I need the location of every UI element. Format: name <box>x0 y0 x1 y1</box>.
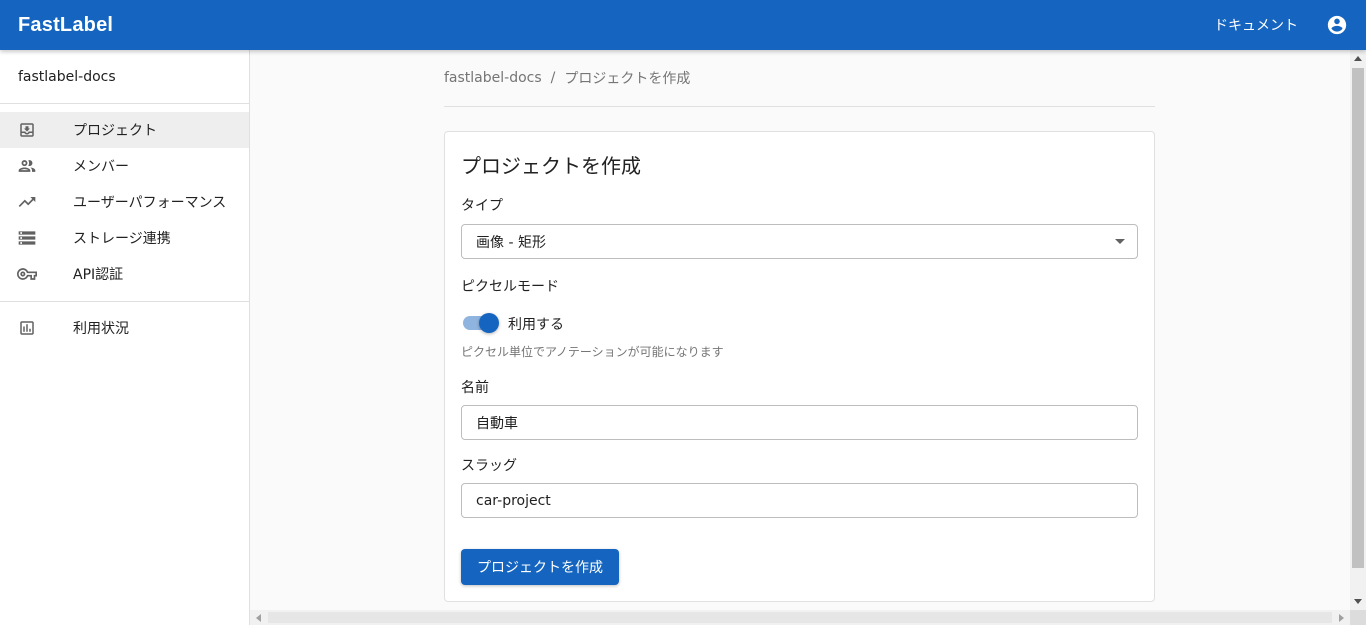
sidebar-item-label: メンバー <box>73 159 129 175</box>
toggle-thumb <box>479 313 499 333</box>
breadcrumb-divider <box>444 106 1155 107</box>
people-icon <box>17 156 37 176</box>
bar-chart-icon <box>17 318 37 338</box>
scroll-up-arrow-icon[interactable] <box>1354 56 1362 61</box>
pixel-mode-label: ピクセルモード <box>461 279 559 295</box>
trending-up-icon <box>17 192 37 212</box>
slug-label: スラッグ <box>461 458 517 474</box>
sidebar: fastlabel-docs プロジェクト メンバー ユーザーパフォーマンス ス… <box>0 50 250 625</box>
sidebar-item-usage[interactable]: 利用状況 <box>0 310 249 346</box>
appbar-actions: ドキュメント <box>1214 14 1348 36</box>
breadcrumb-separator: / <box>550 70 556 86</box>
dropdown-arrow-icon <box>1115 239 1125 244</box>
create-project-form: プロジェクトを作成 タイプ 画像 - 矩形 ピクセルモード 利用する ピクセル単… <box>444 131 1155 602</box>
breadcrumb-workspace-link[interactable]: fastlabel-docs <box>444 70 542 86</box>
pixel-mode-toggle-label[interactable]: 利用する <box>508 314 564 334</box>
slug-input[interactable] <box>476 492 1116 509</box>
sidebar-divider <box>0 301 249 302</box>
create-project-button[interactable]: プロジェクトを作成 <box>461 549 619 585</box>
sidebar-item-members[interactable]: メンバー <box>0 148 249 184</box>
workspace-name[interactable]: fastlabel-docs <box>0 50 249 104</box>
scroll-left-arrow-icon[interactable] <box>256 614 261 622</box>
form-title: プロジェクトを作成 <box>461 154 641 178</box>
horizontal-scroll-thumb[interactable] <box>268 612 1332 623</box>
breadcrumb: fastlabel-docs / プロジェクトを作成 <box>444 68 690 88</box>
key-icon <box>17 264 37 284</box>
scrollbar-corner <box>1350 610 1366 625</box>
pixel-mode-helper-text: ピクセル単位でアノテーションが可能になります <box>461 345 724 359</box>
main-content: fastlabel-docs / プロジェクトを作成 プロジェクトを作成 タイプ… <box>250 50 1350 610</box>
type-select[interactable]: 画像 - 矩形 <box>461 224 1138 259</box>
brand-logo[interactable]: FastLabel <box>18 14 113 37</box>
scroll-right-arrow-icon[interactable] <box>1339 614 1344 622</box>
sidebar-item-label: ストレージ連携 <box>73 231 171 247</box>
name-label: 名前 <box>461 380 489 396</box>
sidebar-item-user-performance[interactable]: ユーザーパフォーマンス <box>0 184 249 220</box>
sidebar-item-label: API認証 <box>73 267 124 283</box>
sidebar-item-label: ユーザーパフォーマンス <box>73 195 227 211</box>
type-select-value: 画像 - 矩形 <box>476 234 546 251</box>
app-bar: FastLabel ドキュメント <box>0 0 1366 50</box>
slug-field[interactable] <box>461 483 1138 518</box>
sidebar-item-storage[interactable]: ストレージ連携 <box>0 220 249 256</box>
horizontal-scrollbar[interactable] <box>250 610 1350 625</box>
breadcrumb-current: プロジェクトを作成 <box>564 71 691 87</box>
storage-icon <box>17 228 37 248</box>
type-label: タイプ <box>461 198 503 214</box>
download-box-icon <box>17 120 37 140</box>
vertical-scroll-thumb[interactable] <box>1352 68 1364 568</box>
sidebar-item-projects[interactable]: プロジェクト <box>0 112 249 148</box>
documents-link[interactable]: ドキュメント <box>1214 15 1298 35</box>
vertical-scrollbar[interactable] <box>1350 50 1366 610</box>
sidebar-nav: プロジェクト メンバー ユーザーパフォーマンス ストレージ連携 API認証 利用… <box>0 104 249 346</box>
sidebar-item-api-auth[interactable]: API認証 <box>0 256 249 292</box>
sidebar-item-label: プロジェクト <box>73 123 157 139</box>
scroll-down-arrow-icon[interactable] <box>1354 599 1362 604</box>
name-input[interactable] <box>476 414 1116 431</box>
sidebar-item-label: 利用状況 <box>73 321 129 337</box>
pixel-mode-toggle[interactable] <box>461 312 501 334</box>
account-circle-icon[interactable] <box>1326 14 1348 36</box>
name-field[interactable] <box>461 405 1138 440</box>
